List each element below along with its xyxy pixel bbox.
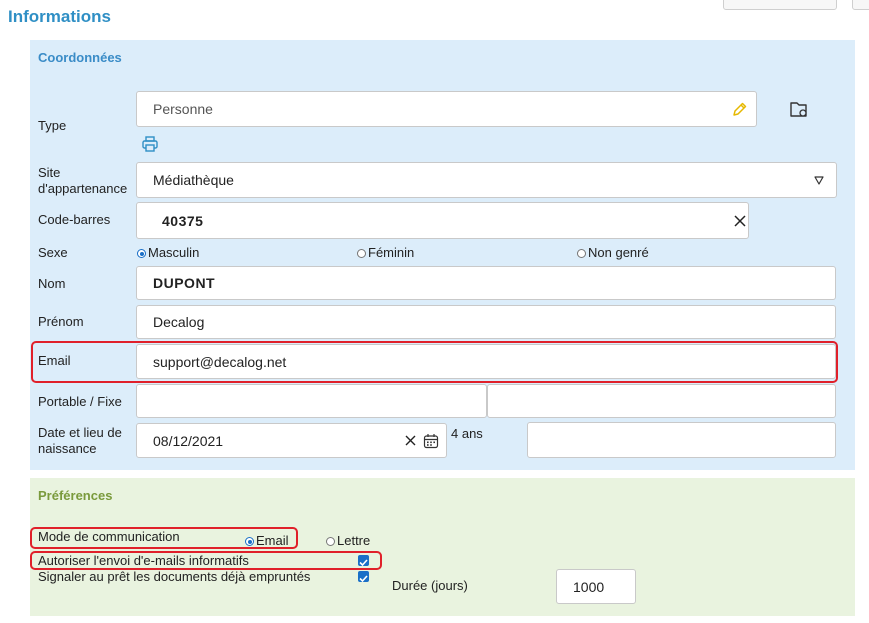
signaler-checkbox[interactable] [358,571,369,583]
type-value: Personne [153,101,213,117]
radio-button[interactable] [357,249,366,258]
pencil-icon[interactable] [731,101,748,118]
radio-button[interactable] [137,249,146,258]
prenom-label: Prénom [38,314,84,329]
radio-non-genre[interactable]: Non genré [577,244,649,262]
site-select[interactable]: Médiathèque [136,162,837,198]
site-label: Site d'appartenance [38,165,128,196]
toolbar-button[interactable] [852,0,869,10]
highlight-box [30,527,298,549]
fixe-field[interactable] [487,384,836,418]
radio-feminin[interactable]: Féminin [357,244,414,262]
nom-label: Nom [38,276,66,291]
page-title: Informations [8,7,111,26]
printer-icon[interactable] [141,135,159,153]
barcode-field[interactable]: 40375 [136,202,749,239]
barcode-value: 40375 [162,212,204,229]
radio-lettre[interactable]: Lettre [326,532,370,550]
radio-button[interactable] [326,537,335,546]
signaler-label: Signaler au prêt les documents déjà empr… [38,569,311,584]
date-value: 08/12/2021 [153,432,224,449]
naissance-label: Date et lieu de naissance [38,425,122,456]
portable-field[interactable] [136,384,487,418]
prenom-field[interactable]: Decalog [136,305,836,339]
nom-field[interactable]: DUPONT [136,266,836,300]
coordonnees-title: Coordonnées [38,50,122,65]
radio-label: Non genré [588,245,649,260]
close-icon[interactable] [734,215,746,227]
lieu-field[interactable] [527,422,836,458]
radio-label: Masculin [148,245,200,260]
preferences-panel: Préférences Mode de communication Email … [30,478,855,616]
nom-value: DUPONT [153,275,216,291]
date-field[interactable]: 08/12/2021 [136,423,447,458]
radio-masculin[interactable]: Masculin [137,244,199,262]
duree-field[interactable]: 1000 [556,569,636,604]
coordonnees-panel: Coordonnées Type Personne Site d'apparte… [30,40,855,470]
highlight-box [31,341,838,383]
type-field[interactable]: Personne [136,91,757,127]
folder-icon[interactable] [789,99,809,119]
radio-label: Féminin [368,245,415,260]
highlight-box [30,551,382,570]
close-icon[interactable] [405,435,416,446]
prenom-value: Decalog [153,314,205,330]
barcode-label: Code-barres [38,212,111,227]
type-label: Type [38,118,67,133]
calendar-icon[interactable] [423,433,439,449]
preferences-title: Préférences [38,488,113,503]
sexe-label: Sexe [38,245,68,260]
duree-value: 1000 [573,578,605,595]
portable-label: Portable / Fixe [38,394,122,409]
checkmark-icon [359,575,368,583]
duree-label: Durée (jours) [392,578,468,593]
site-value: Médiathèque [153,172,234,188]
radio-label: Lettre [337,533,371,548]
toolbar-button[interactable] [723,0,837,10]
chevron-down-icon [814,176,824,185]
radio-button[interactable] [577,249,586,258]
age-text: 4 ans [451,426,483,441]
